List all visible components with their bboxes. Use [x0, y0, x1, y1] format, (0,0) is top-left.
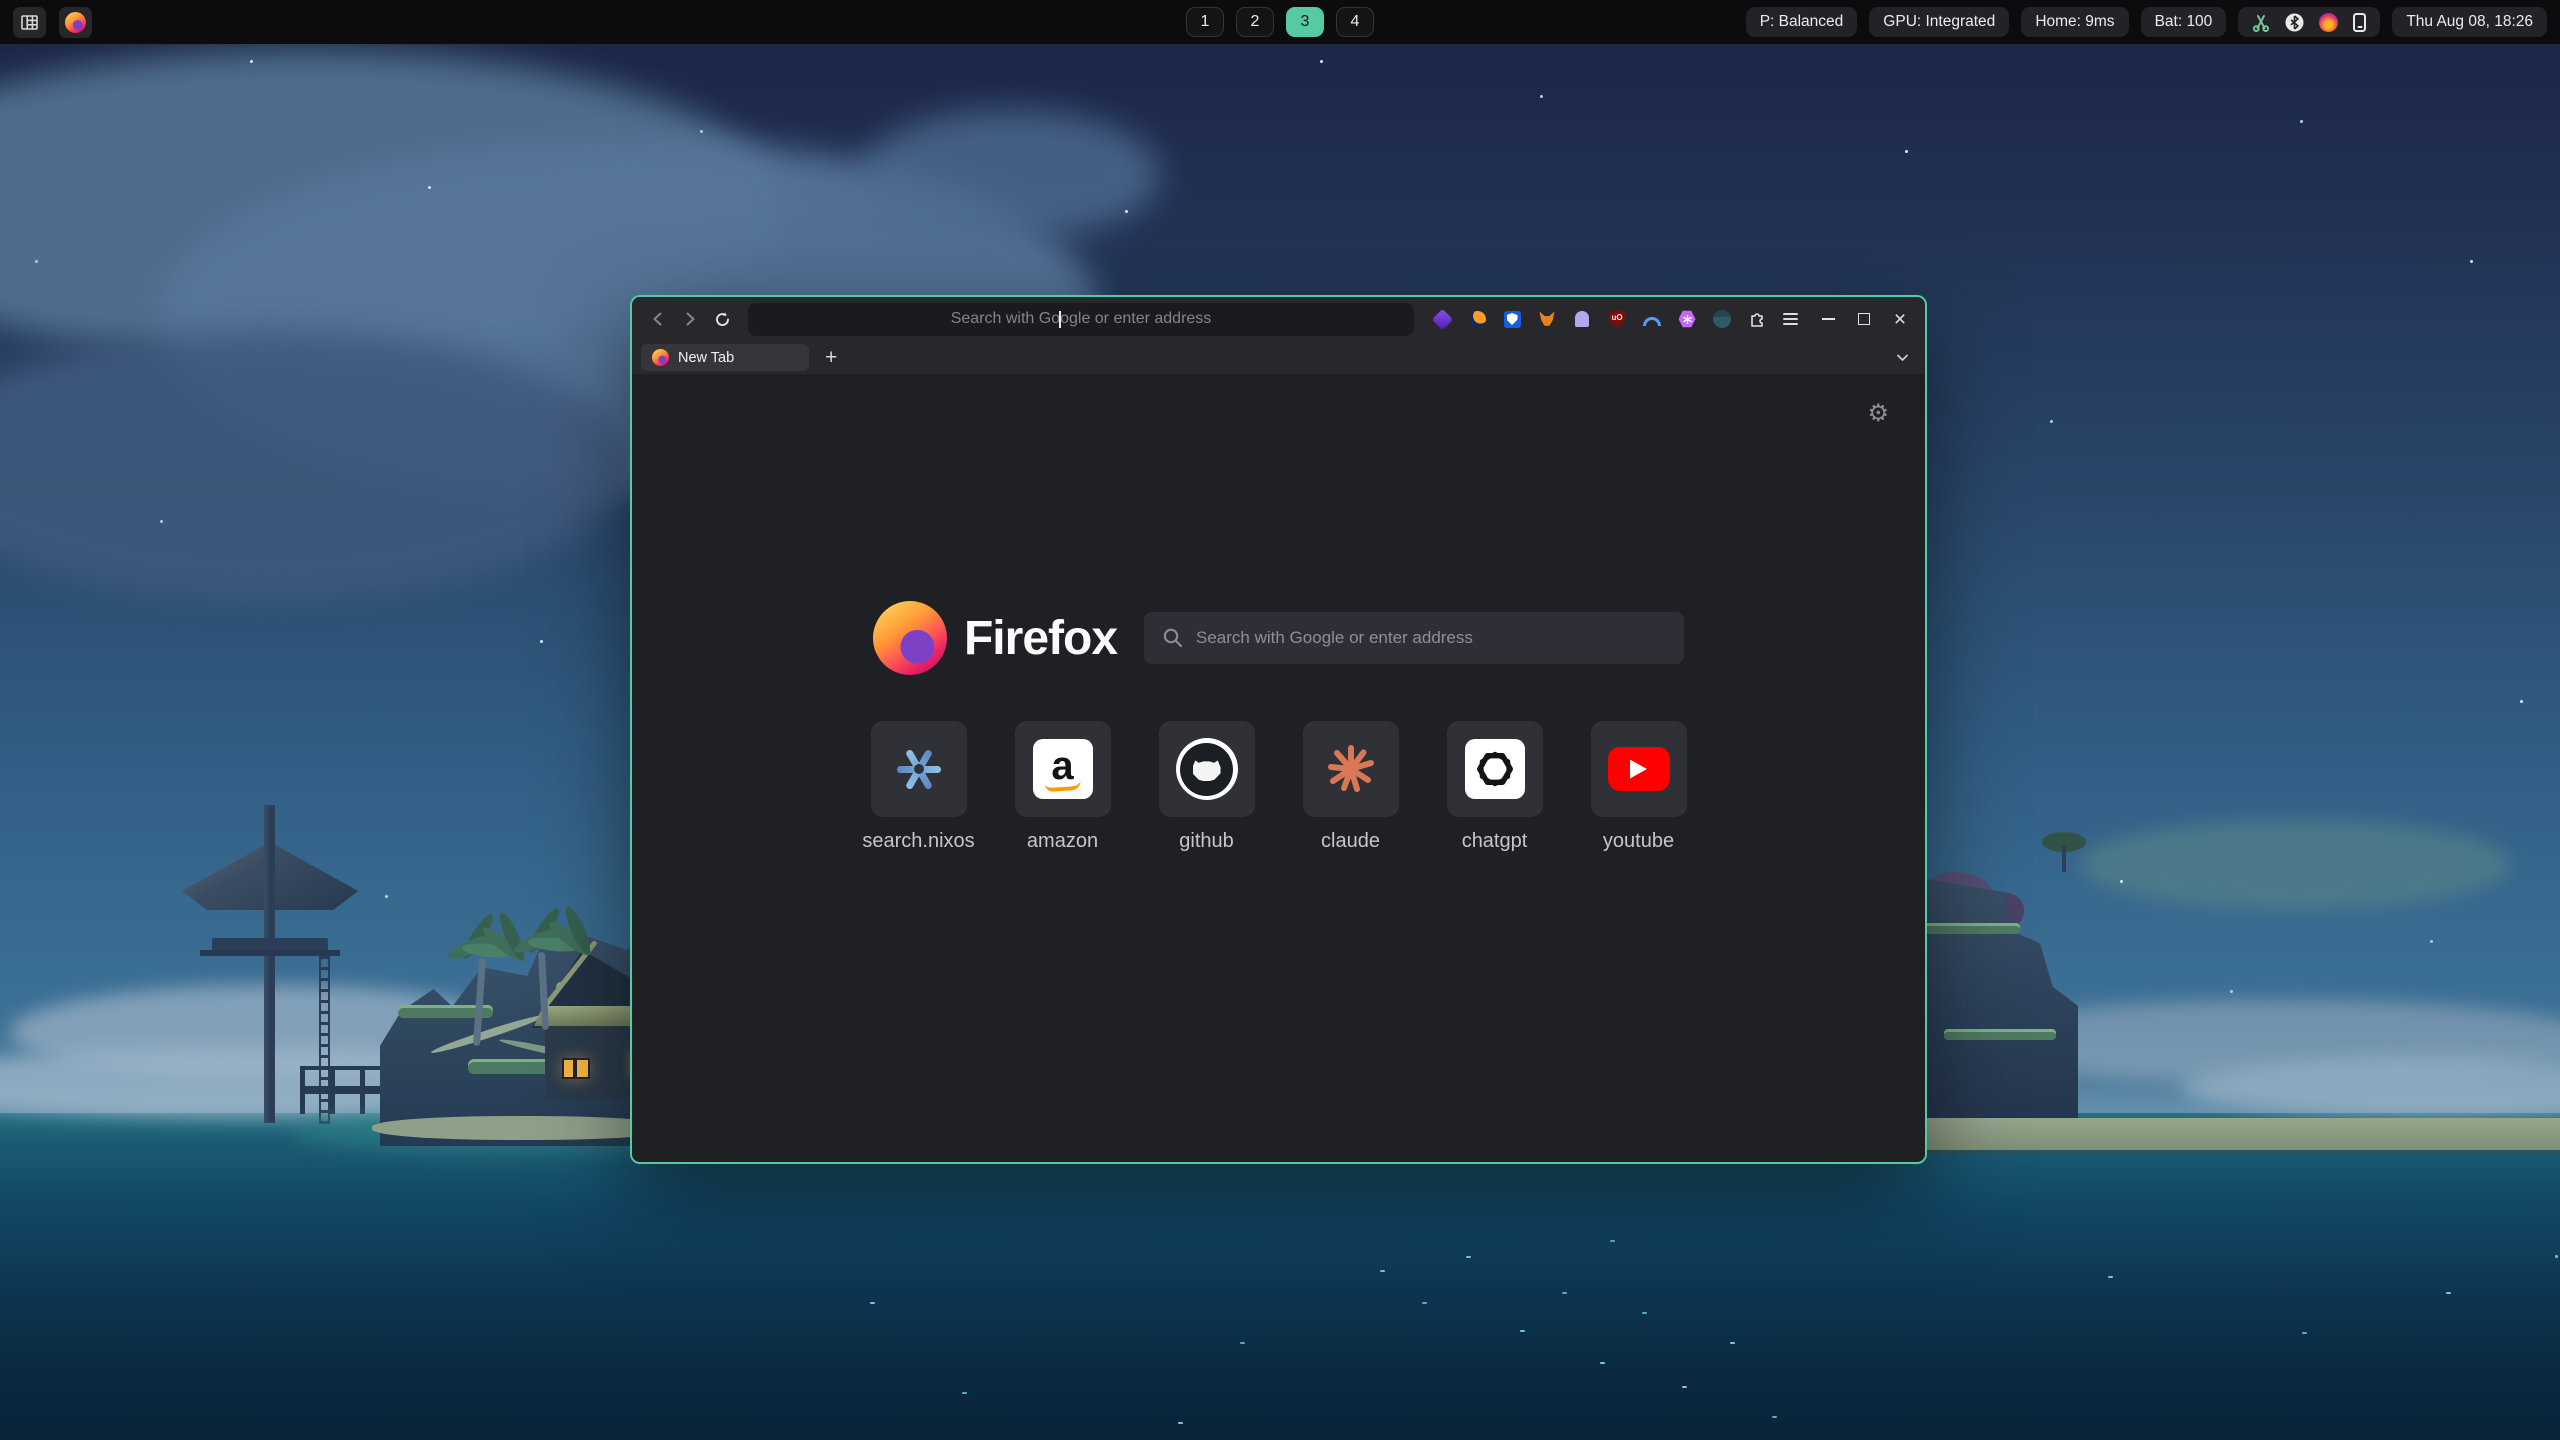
purple-hexagon-extension-icon[interactable] — [1677, 309, 1697, 329]
workspace-2[interactable]: 2 — [1236, 7, 1274, 37]
firefox-window: uO × — [630, 295, 1927, 1164]
app-grid-button[interactable] — [13, 7, 46, 38]
tab-new-tab[interactable]: New Tab — [641, 344, 809, 371]
forward-button[interactable] — [674, 303, 706, 335]
blue-arc-extension-icon[interactable] — [1642, 309, 1662, 329]
shortcut-claude[interactable]: claude — [1303, 721, 1399, 853]
shortcut-github[interactable]: github — [1159, 721, 1255, 853]
shortcut-youtube[interactable]: youtube — [1591, 721, 1687, 853]
firefox-icon — [65, 12, 86, 33]
text-caret — [1059, 311, 1061, 328]
workspace-1[interactable]: 1 — [1186, 7, 1224, 37]
cloud — [860, 110, 1160, 240]
tab-title: New Tab — [678, 350, 734, 366]
reload-button[interactable] — [706, 303, 738, 335]
battery-pill[interactable]: Bat: 100 — [2141, 7, 2227, 37]
firefox-tab-favicon — [652, 349, 669, 366]
tab-strip: New Tab + — [632, 341, 1925, 374]
workspace-4[interactable]: 4 — [1336, 7, 1374, 37]
scissors-icon[interactable] — [2252, 13, 2270, 32]
ping-pill[interactable]: Home: 9ms — [2021, 7, 2128, 37]
status-area: P: Balanced GPU: Integrated Home: 9ms Ba… — [1746, 7, 2547, 37]
claude-starburst-icon — [1325, 743, 1377, 795]
shortcut-row: search.nixos a amazon github — [871, 721, 1687, 853]
purple-ghost-extension-icon[interactable] — [1572, 309, 1592, 329]
bluetooth-icon[interactable] — [2285, 13, 2304, 32]
window-controls: × — [1813, 304, 1915, 334]
blue-shield-lock-extension-icon[interactable] — [1502, 309, 1522, 329]
workspace-3-active[interactable]: 3 — [1286, 7, 1324, 37]
spy-face-extension-icon[interactable] — [1712, 309, 1732, 329]
openai-knot-icon — [1465, 739, 1525, 799]
tray-pill — [2238, 7, 2380, 37]
newtab-search-input[interactable] — [1144, 612, 1684, 664]
app-grid-icon — [21, 15, 38, 30]
close-button[interactable]: × — [1885, 304, 1915, 334]
shortcut-search-nixos[interactable]: search.nixos — [871, 721, 967, 853]
fox-extension-icon[interactable] — [1537, 309, 1557, 329]
amazon-icon: a — [1033, 739, 1093, 799]
shortcut-chatgpt[interactable]: chatgpt — [1447, 721, 1543, 853]
nixos-snowflake-icon — [893, 743, 945, 795]
phone-icon[interactable] — [2353, 13, 2366, 32]
new-tab-center: Firefox — [871, 601, 1687, 853]
purple-diamond-extension-icon[interactable] — [1432, 309, 1452, 329]
shortcut-amazon[interactable]: a amazon — [1015, 721, 1111, 853]
gpu-pill[interactable]: GPU: Integrated — [1869, 7, 2009, 37]
workspace-switcher: 1 2 3 4 — [1186, 7, 1374, 37]
back-button[interactable] — [642, 303, 674, 335]
maximize-button[interactable] — [1849, 304, 1879, 334]
menu-button[interactable] — [1775, 304, 1805, 334]
new-tab-button[interactable]: + — [821, 347, 841, 368]
github-octocat-icon — [1176, 738, 1238, 800]
youtube-play-icon — [1608, 747, 1670, 791]
navigation-toolbar: uO × — [632, 297, 1925, 341]
beach — [1920, 1118, 2560, 1150]
new-tab-page: ⚙ Firefox — [632, 374, 1925, 1162]
clock-pill[interactable]: Thu Aug 08, 18:26 — [2392, 7, 2547, 37]
search-icon — [1162, 627, 1184, 649]
top-bar: 1 2 3 4 P: Balanced GPU: Integrated Home… — [0, 0, 2560, 44]
desktop: 1 2 3 4 P: Balanced GPU: Integrated Home… — [0, 0, 2560, 1440]
url-bar[interactable] — [748, 303, 1414, 336]
minimize-button[interactable] — [1813, 304, 1843, 334]
personalize-gear-icon[interactable]: ⚙ — [1867, 402, 1889, 426]
firefox-wordmark: Firefox — [964, 611, 1117, 666]
firefox-logo — [873, 601, 947, 675]
extension-row: uO — [1432, 309, 1767, 329]
orange-moon-extension-icon[interactable] — [1467, 309, 1487, 329]
lit-hut-window — [562, 1058, 590, 1079]
firefox-launcher-button[interactable] — [59, 7, 92, 38]
list-all-tabs-chevron-icon[interactable] — [1895, 350, 1910, 365]
url-bar-wrap — [748, 303, 1414, 336]
red-shield-extension-icon[interactable]: uO — [1607, 309, 1627, 329]
power-profile-pill[interactable]: P: Balanced — [1746, 7, 1858, 37]
cloud — [2080, 820, 2510, 910]
puzzle-extensions-icon[interactable] — [1747, 309, 1767, 329]
flame-player-icon[interactable] — [2319, 13, 2338, 32]
